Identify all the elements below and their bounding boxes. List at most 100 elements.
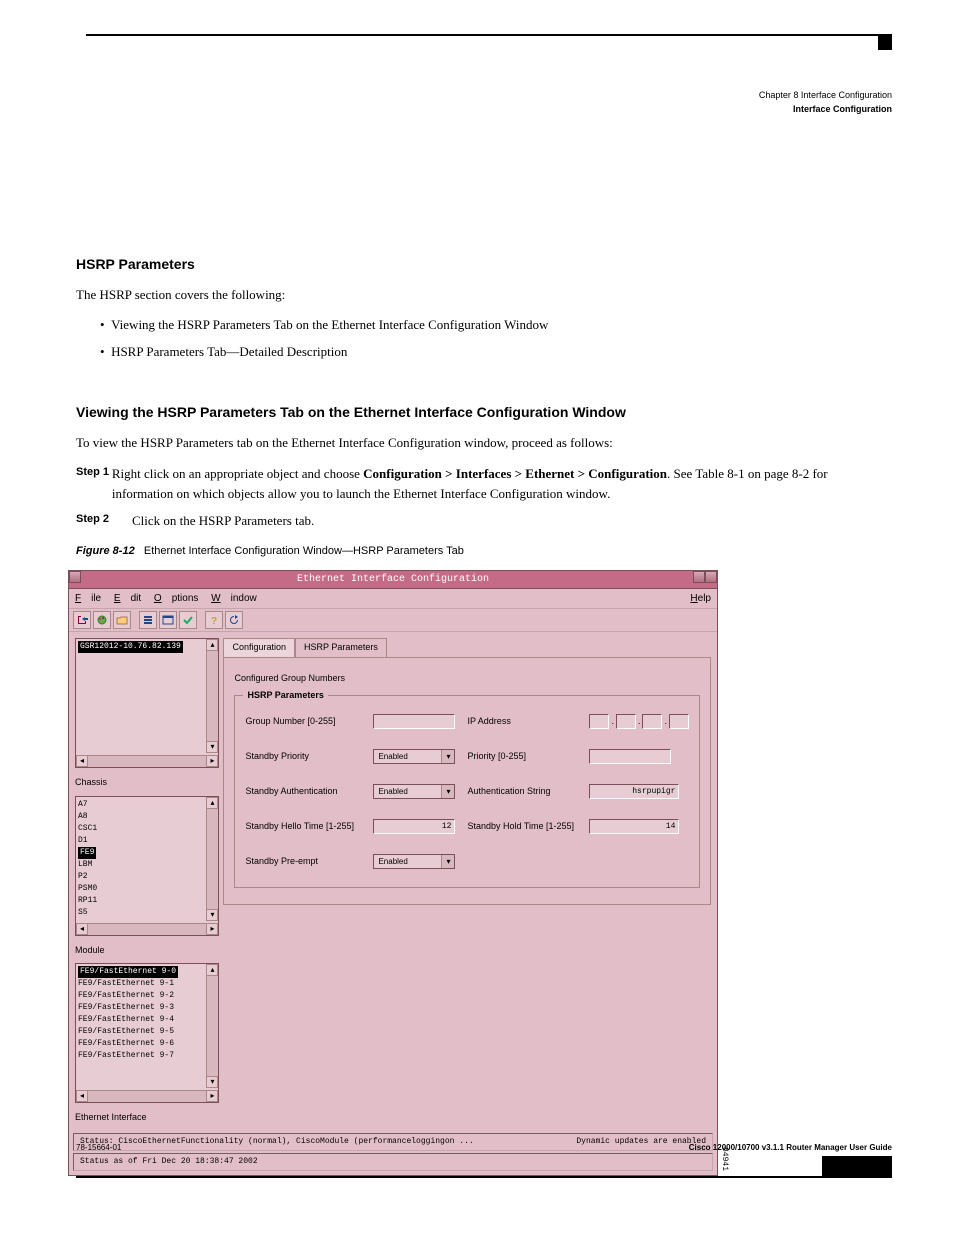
list-item[interactable]: CSC1 bbox=[78, 823, 216, 835]
list-item[interactable]: D1 bbox=[78, 835, 216, 847]
scroll-right-icon[interactable]: ▸ bbox=[206, 923, 218, 935]
scroll-up-icon[interactable]: ▴ bbox=[206, 639, 218, 651]
scrollbar-horizontal[interactable]: ◂ ▸ bbox=[76, 755, 218, 767]
check-icon[interactable] bbox=[179, 611, 197, 629]
section-intro: The HSRP section covers the following: bbox=[76, 285, 892, 305]
list-item[interactable]: FE9/FastEthernet 9-4 bbox=[78, 1014, 216, 1026]
maximize-icon[interactable] bbox=[705, 571, 717, 583]
fieldset-legend: HSRP Parameters bbox=[243, 689, 327, 703]
help-icon[interactable]: ? bbox=[205, 611, 223, 629]
folder-icon[interactable] bbox=[113, 611, 131, 629]
menu-help[interactable]: Help bbox=[690, 591, 711, 606]
tab-configuration[interactable]: Configuration bbox=[223, 638, 295, 657]
ip-octet[interactable] bbox=[669, 714, 689, 729]
input-priority[interactable] bbox=[589, 749, 671, 764]
list-item[interactable]: A7 bbox=[78, 799, 216, 811]
scroll-left-icon[interactable]: ◂ bbox=[76, 923, 88, 935]
input-auth-string[interactable]: hsrpupigr bbox=[589, 784, 679, 799]
label-hold-time: Standby Hold Time [1-255] bbox=[467, 820, 589, 834]
step-row: Step 1 Right click on an appropriate obj… bbox=[76, 464, 892, 503]
label-standby-priority: Standby Priority bbox=[245, 750, 373, 764]
list-item[interactable]: GSR12012-10.76.82.139 bbox=[78, 641, 183, 653]
top-corner-block bbox=[878, 34, 892, 50]
dropdown-standby-auth[interactable]: Enabled ▾ bbox=[373, 784, 455, 799]
scroll-down-icon[interactable]: ▾ bbox=[206, 909, 218, 921]
label-ip-address: IP Address bbox=[467, 715, 589, 729]
scrollbar-vertical[interactable]: ▴ ▾ bbox=[206, 639, 218, 753]
label-hello-time: Standby Hello Time [1-255] bbox=[245, 820, 373, 834]
header-section: Interface Configuration bbox=[166, 104, 892, 114]
window-icon[interactable] bbox=[159, 611, 177, 629]
ip-octet[interactable] bbox=[642, 714, 662, 729]
titlebar[interactable]: Ethernet Interface Configuration bbox=[69, 571, 717, 589]
menu-file[interactable]: File bbox=[75, 593, 101, 604]
scrollbar-horizontal[interactable]: ◂ ▸ bbox=[76, 923, 218, 935]
scroll-right-icon[interactable]: ▸ bbox=[206, 1090, 218, 1102]
scrollbar-horizontal[interactable]: ◂ ▸ bbox=[76, 1090, 218, 1102]
chevron-down-icon[interactable]: ▾ bbox=[441, 785, 454, 798]
scroll-down-icon[interactable]: ▾ bbox=[206, 1076, 218, 1088]
ip-address-input[interactable]: . . . bbox=[589, 714, 689, 729]
scrollbar-vertical[interactable]: ▴ ▾ bbox=[206, 964, 218, 1088]
list-item[interactable]: A8 bbox=[78, 811, 216, 823]
scroll-down-icon[interactable]: ▾ bbox=[206, 741, 218, 753]
workspace: GSR12012-10.76.82.139 ▴ ▾ ◂ ▸ Chassis bbox=[69, 632, 717, 1131]
list-item[interactable]: P2 bbox=[78, 871, 216, 883]
list-item[interactable]: FE9/FastEthernet 9-0 bbox=[78, 966, 216, 978]
list-item[interactable]: FE9/FastEthernet 9-1 bbox=[78, 978, 216, 990]
list-icon[interactable] bbox=[139, 611, 157, 629]
bullet-item: • Viewing the HSRP Parameters Tab on the… bbox=[100, 315, 892, 335]
input-hold-time[interactable]: 14 bbox=[589, 819, 679, 834]
label-auth-string: Authentication String bbox=[467, 785, 589, 799]
chevron-down-icon[interactable]: ▾ bbox=[441, 750, 454, 763]
list-item[interactable]: S5 bbox=[78, 907, 216, 919]
dropdown-preempt[interactable]: Enabled ▾ bbox=[373, 854, 455, 869]
label-group-number: Group Number [0-255] bbox=[245, 715, 373, 729]
list-item[interactable]: FE9/FastEthernet 9-3 bbox=[78, 1002, 216, 1014]
nav-label-interface: Ethernet Interface bbox=[75, 1111, 219, 1125]
dropdown-standby-priority[interactable]: Enabled ▾ bbox=[373, 749, 455, 764]
list-item[interactable]: PSM0 bbox=[78, 883, 216, 895]
step-row: Step 2 Click on the HSRP Parameters tab. bbox=[76, 511, 892, 531]
input-hello-time[interactable]: 12 bbox=[373, 819, 455, 834]
step-text: Right click on an appropriate object and… bbox=[112, 464, 892, 503]
scroll-left-icon[interactable]: ◂ bbox=[76, 1090, 88, 1102]
exit-icon[interactable] bbox=[73, 611, 91, 629]
palette-icon[interactable] bbox=[93, 611, 111, 629]
scroll-up-icon[interactable]: ▴ bbox=[206, 797, 218, 809]
menu-window[interactable]: Window bbox=[211, 593, 257, 604]
menu-options[interactable]: Options bbox=[154, 593, 198, 604]
refresh-icon[interactable] bbox=[225, 611, 243, 629]
configured-group-label: Configured Group Numbers bbox=[234, 672, 700, 686]
tab-pane: Configuration HSRP Parameters Configured… bbox=[223, 638, 711, 1125]
navigator: GSR12012-10.76.82.139 ▴ ▾ ◂ ▸ Chassis bbox=[75, 638, 219, 1125]
sysmenu-icon[interactable] bbox=[69, 571, 81, 583]
list-item[interactable]: FE9/FastEthernet 9-5 bbox=[78, 1026, 216, 1038]
scroll-up-icon[interactable]: ▴ bbox=[206, 964, 218, 976]
minimize-icon[interactable] bbox=[693, 571, 705, 583]
list-item[interactable]: LBM bbox=[78, 859, 216, 871]
label-standby-auth: Standby Authentication bbox=[245, 785, 373, 799]
menu-edit[interactable]: Edit bbox=[114, 593, 141, 604]
ip-octet[interactable] bbox=[616, 714, 636, 729]
ip-octet[interactable] bbox=[589, 714, 609, 729]
scroll-right-icon[interactable]: ▸ bbox=[206, 755, 218, 767]
page-frame: Chapter 8 Interface Configuration Interf… bbox=[76, 34, 892, 1178]
chevron-down-icon[interactable]: ▾ bbox=[441, 855, 454, 868]
scroll-left-icon[interactable]: ◂ bbox=[76, 755, 88, 767]
figure-caption: Figure 8-12 Ethernet Interface Configura… bbox=[76, 543, 892, 560]
tab-hsrp-parameters[interactable]: HSRP Parameters bbox=[295, 638, 387, 657]
list-item[interactable]: FE9 bbox=[78, 847, 216, 859]
tab-body: Configured Group Numbers HSRP Parameters… bbox=[223, 657, 711, 906]
list-item[interactable]: FE9/FastEthernet 9-6 bbox=[78, 1038, 216, 1050]
list-item[interactable]: RP11 bbox=[78, 895, 216, 907]
list-item[interactable]: FE9/FastEthernet 9-7 bbox=[78, 1050, 216, 1062]
input-group-number[interactable] bbox=[373, 714, 455, 729]
status-timestamp: Status as of Fri Dec 20 18:38:47 2002 bbox=[73, 1153, 713, 1171]
device-listbox[interactable]: GSR12012-10.76.82.139 ▴ ▾ ◂ ▸ bbox=[75, 638, 219, 768]
section-title: HSRP Parameters bbox=[76, 254, 892, 275]
chassis-listbox[interactable]: A7A8CSC1D1FE9LBMP2PSM0RP11S5 ▴ ▾ ◂ ▸ bbox=[75, 796, 219, 936]
scrollbar-vertical[interactable]: ▴ ▾ bbox=[206, 797, 218, 921]
module-listbox[interactable]: FE9/FastEthernet 9-0FE9/FastEthernet 9-1… bbox=[75, 963, 219, 1103]
list-item[interactable]: FE9/FastEthernet 9-2 bbox=[78, 990, 216, 1002]
